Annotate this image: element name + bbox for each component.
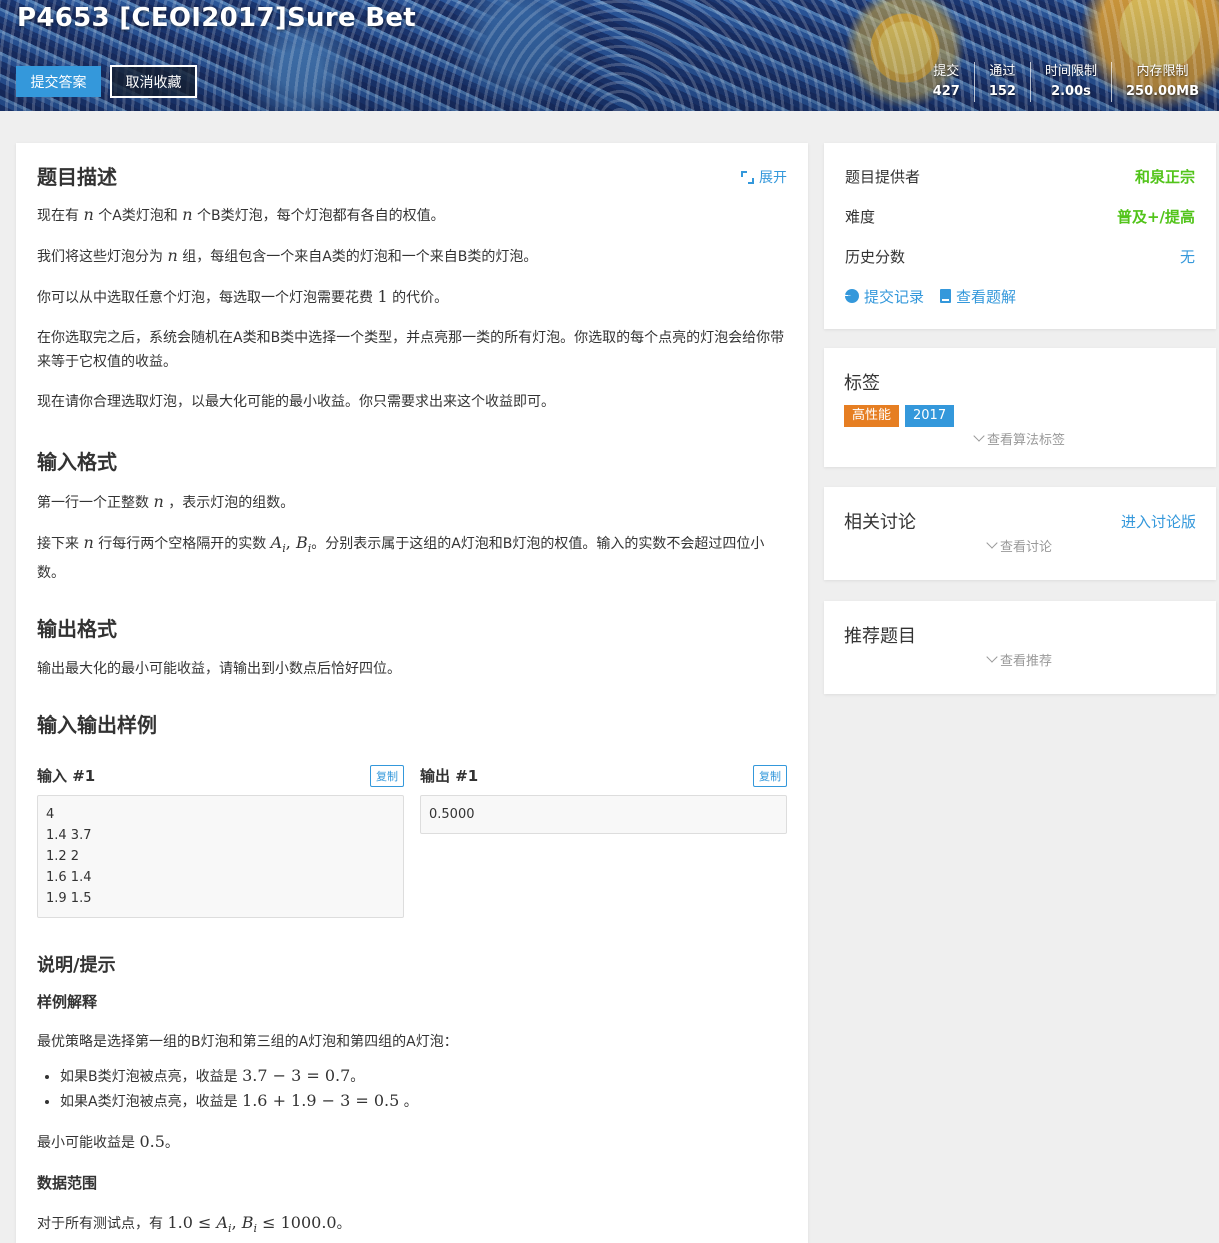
stat-submissions: 提交 427 <box>919 62 974 102</box>
hint-paragraph: 最小可能收益是 0.5。 <box>37 1131 179 1151</box>
list-item: 如果A类灯泡被点亮，收益是 1.6 + 1.9 − 3 = 0.5 。 <box>60 1089 787 1114</box>
submission-records-link[interactable]: 提交记录 <box>845 286 924 307</box>
stat-value: 250.00MB <box>1125 84 1199 99</box>
discussion-title: 相关讨论 <box>844 512 916 533</box>
difficulty-label: 难度 <box>845 207 876 226</box>
tag-badge[interactable]: 2017 <box>905 405 955 427</box>
sample-output: 输出 #1 复制 0.5000 <box>420 764 787 918</box>
hint-list: 如果B类灯泡被点亮，收益是 3.7 − 3 = 0.7。 如果A类灯泡被点亮，收… <box>37 1064 787 1114</box>
list-item: 如果B类灯泡被点亮，收益是 3.7 − 3 = 0.7。 <box>60 1064 787 1089</box>
page-title: P4653 [CEOI2017]Sure Bet <box>17 3 417 33</box>
stat-label: 通过 <box>989 64 1016 79</box>
stat-memory-limit: 内存限制 250.00MB <box>1110 62 1213 102</box>
tags-card: 标签 高性能 2017 查看算法标签 <box>824 348 1216 467</box>
hint-heading: 说明/提示 <box>37 954 116 976</box>
input-format-heading: 输入格式 <box>37 450 117 474</box>
stat-value: 152 <box>988 84 1016 99</box>
stat-label: 内存限制 <box>1136 64 1189 79</box>
input-format-paragraph: 第一行一个正整数 n ，表示灯泡的组数。 <box>37 492 295 511</box>
history-row: 历史分数 无 <box>824 236 1216 276</box>
show-recommend-toggle[interactable]: 查看推荐 <box>844 650 1196 669</box>
expand-icon <box>741 170 754 184</box>
tag-badge[interactable]: 高性能 <box>844 405 900 427</box>
input-format-paragraph: 接下来 n 行每行两个空格隔开的实数 Ai, Bi。分别表示属于这组的A灯泡和B… <box>37 533 765 581</box>
difficulty-value: 普及+/提高 <box>1116 207 1195 226</box>
chevron-down-icon <box>986 537 998 549</box>
chevron-down-icon <box>986 651 998 663</box>
hint-subheading: 数据范围 <box>37 1173 98 1192</box>
description-paragraph: 在你选取完之后，系统会随机在A类和B类中选择一个类型，并点亮那一类的所有灯泡。你… <box>37 330 785 370</box>
description-paragraph: 你可以从中选取任意个灯泡，每选取一个灯泡需要花费 1 的代价。 <box>37 287 449 306</box>
history-value: 无 <box>1179 247 1195 266</box>
book-icon <box>940 289 952 303</box>
expand-label: 展开 <box>759 170 787 186</box>
stat-value: 2.00s <box>1051 84 1091 99</box>
output-format-heading: 输出格式 <box>37 616 117 641</box>
difficulty-row: 难度 普及+/提高 <box>824 196 1216 236</box>
header-banner: P4653 [CEOI2017]Sure Bet 提交答案 取消收藏 提交 42… <box>0 0 1219 111</box>
problem-card: 展开 题目描述 现在有 n 个A类灯泡和 n 个B类灯泡，每个灯泡都有各自的权值… <box>16 143 808 1243</box>
expand-button[interactable]: 展开 <box>741 167 787 187</box>
enter-forum-link[interactable]: 进入讨论版 <box>1121 511 1196 532</box>
problem-stats: 提交 427 通过 152 时间限制 2.00s 内存限制 250.00MB <box>919 62 1213 102</box>
data-range-paragraph: 对于所有测试点，有 1.0 ≤ Ai, Bi ≤ 1000.0。 <box>37 1212 351 1235</box>
output-format-paragraph: 输出最大化的最小可能收益，请输出到小数点后恰好四位。 <box>37 660 401 677</box>
description-paragraph: 现在请你合理选取灯泡，以最大化可能的最小收益。你只需要求出来这个收益即可。 <box>37 394 555 410</box>
chevron-down-icon <box>973 430 985 442</box>
history-label: 历史分数 <box>845 247 906 266</box>
recommend-card: 推荐题目 查看推荐 <box>824 601 1216 694</box>
view-solutions-link[interactable]: 查看题解 <box>940 286 1016 307</box>
sample-io: 输入 #1 复制 4 1.4 3.7 1.2 2 1.6 1.4 1.9 1.5… <box>37 764 787 918</box>
stat-accepted: 通过 152 <box>973 62 1030 102</box>
description-paragraph: 现在有 n 个A类灯泡和 n 个B类灯泡，每个灯泡都有各自的权值。 <box>37 205 445 224</box>
provider-label: 题目提供者 <box>845 167 921 186</box>
sample-output-label: 输出 #1 <box>420 767 479 786</box>
show-discussion-toggle[interactable]: 查看讨论 <box>844 536 1196 555</box>
recommend-title: 推荐题目 <box>844 626 916 647</box>
problem-info-card: 题目提供者 和泉正宗 难度 普及+/提高 历史分数 无 提交记录 查看题解 <box>824 143 1216 329</box>
unfavorite-button[interactable]: 取消收藏 <box>110 65 197 98</box>
sample-input-label: 输入 #1 <box>37 767 96 786</box>
pie-chart-icon <box>845 289 859 303</box>
description-paragraph: 我们将这些灯泡分为 n 组，每组包含一个来自A类的灯泡和一个来自B类的灯泡。 <box>37 246 538 265</box>
description-heading: 题目描述 <box>37 165 117 189</box>
provider-row: 题目提供者 和泉正宗 <box>824 156 1216 196</box>
stat-value: 427 <box>932 84 960 99</box>
provider-link[interactable]: 和泉正宗 <box>1135 166 1195 187</box>
sample-output-content[interactable]: 0.5000 <box>420 794 787 834</box>
copy-output-button[interactable]: 复制 <box>753 764 787 787</box>
tags-title: 标签 <box>844 373 880 394</box>
stat-label: 时间限制 <box>1044 64 1097 79</box>
info-links: 提交记录 查看题解 <box>824 276 1216 316</box>
show-tags-toggle[interactable]: 查看算法标签 <box>844 429 1196 448</box>
stat-label: 提交 <box>933 64 960 79</box>
sample-input-content[interactable]: 4 1.4 3.7 1.2 2 1.6 1.4 1.9 1.5 <box>37 794 404 918</box>
tag-list: 高性能 2017 <box>844 405 1196 427</box>
submit-answer-button[interactable]: 提交答案 <box>16 66 101 97</box>
hint-paragraph: 最优策略是选择第一组的B灯泡和第三组的A灯泡和第四组的A灯泡： <box>37 1033 458 1050</box>
stat-time-limit: 时间限制 2.00s <box>1029 62 1111 102</box>
samples-heading: 输入输出样例 <box>37 712 157 737</box>
sample-input: 输入 #1 复制 4 1.4 3.7 1.2 2 1.6 1.4 1.9 1.5 <box>37 764 404 918</box>
copy-input-button[interactable]: 复制 <box>370 764 404 787</box>
discussion-card: 相关讨论 进入讨论版 查看讨论 <box>824 487 1216 580</box>
hint-subheading: 样例解释 <box>37 992 98 1011</box>
